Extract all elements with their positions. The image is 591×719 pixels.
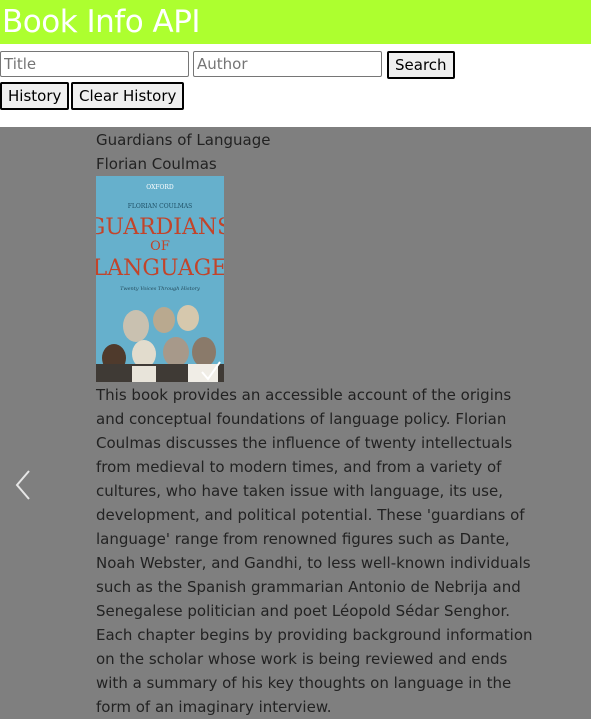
cover-title-3: LANGUAGE xyxy=(96,256,224,281)
book-title: Guardians of Language xyxy=(96,131,271,149)
cover-publisher: OXFORD xyxy=(146,184,174,191)
search-controls: Search History Clear History xyxy=(0,44,591,127)
author-input[interactable] xyxy=(193,51,382,77)
cover-author: FLORIAN COULMAS xyxy=(128,203,193,210)
app-title: Book Info API xyxy=(2,4,201,40)
app-header: Book Info API xyxy=(0,0,591,44)
history-button[interactable]: History xyxy=(0,82,70,110)
chevron-left-icon[interactable] xyxy=(12,468,34,502)
cover-subtitle: Twenty Voices Through History xyxy=(120,286,200,292)
clear-history-button[interactable]: Clear History xyxy=(71,82,185,110)
book-author: Florian Coulmas xyxy=(96,155,217,173)
search-button[interactable]: Search xyxy=(387,51,455,79)
book-details: Guardians of Language Florian Coulmas OX… xyxy=(96,128,536,719)
cover-title-2: OF xyxy=(150,239,170,254)
title-input[interactable] xyxy=(0,51,189,77)
book-description: This book provides an accessible account… xyxy=(96,386,533,716)
cover-title-1: GUARDIANS xyxy=(96,215,224,240)
book-cover-image: OXFORD FLORIAN COULMAS GUARDIANS OF LANG… xyxy=(96,176,224,382)
